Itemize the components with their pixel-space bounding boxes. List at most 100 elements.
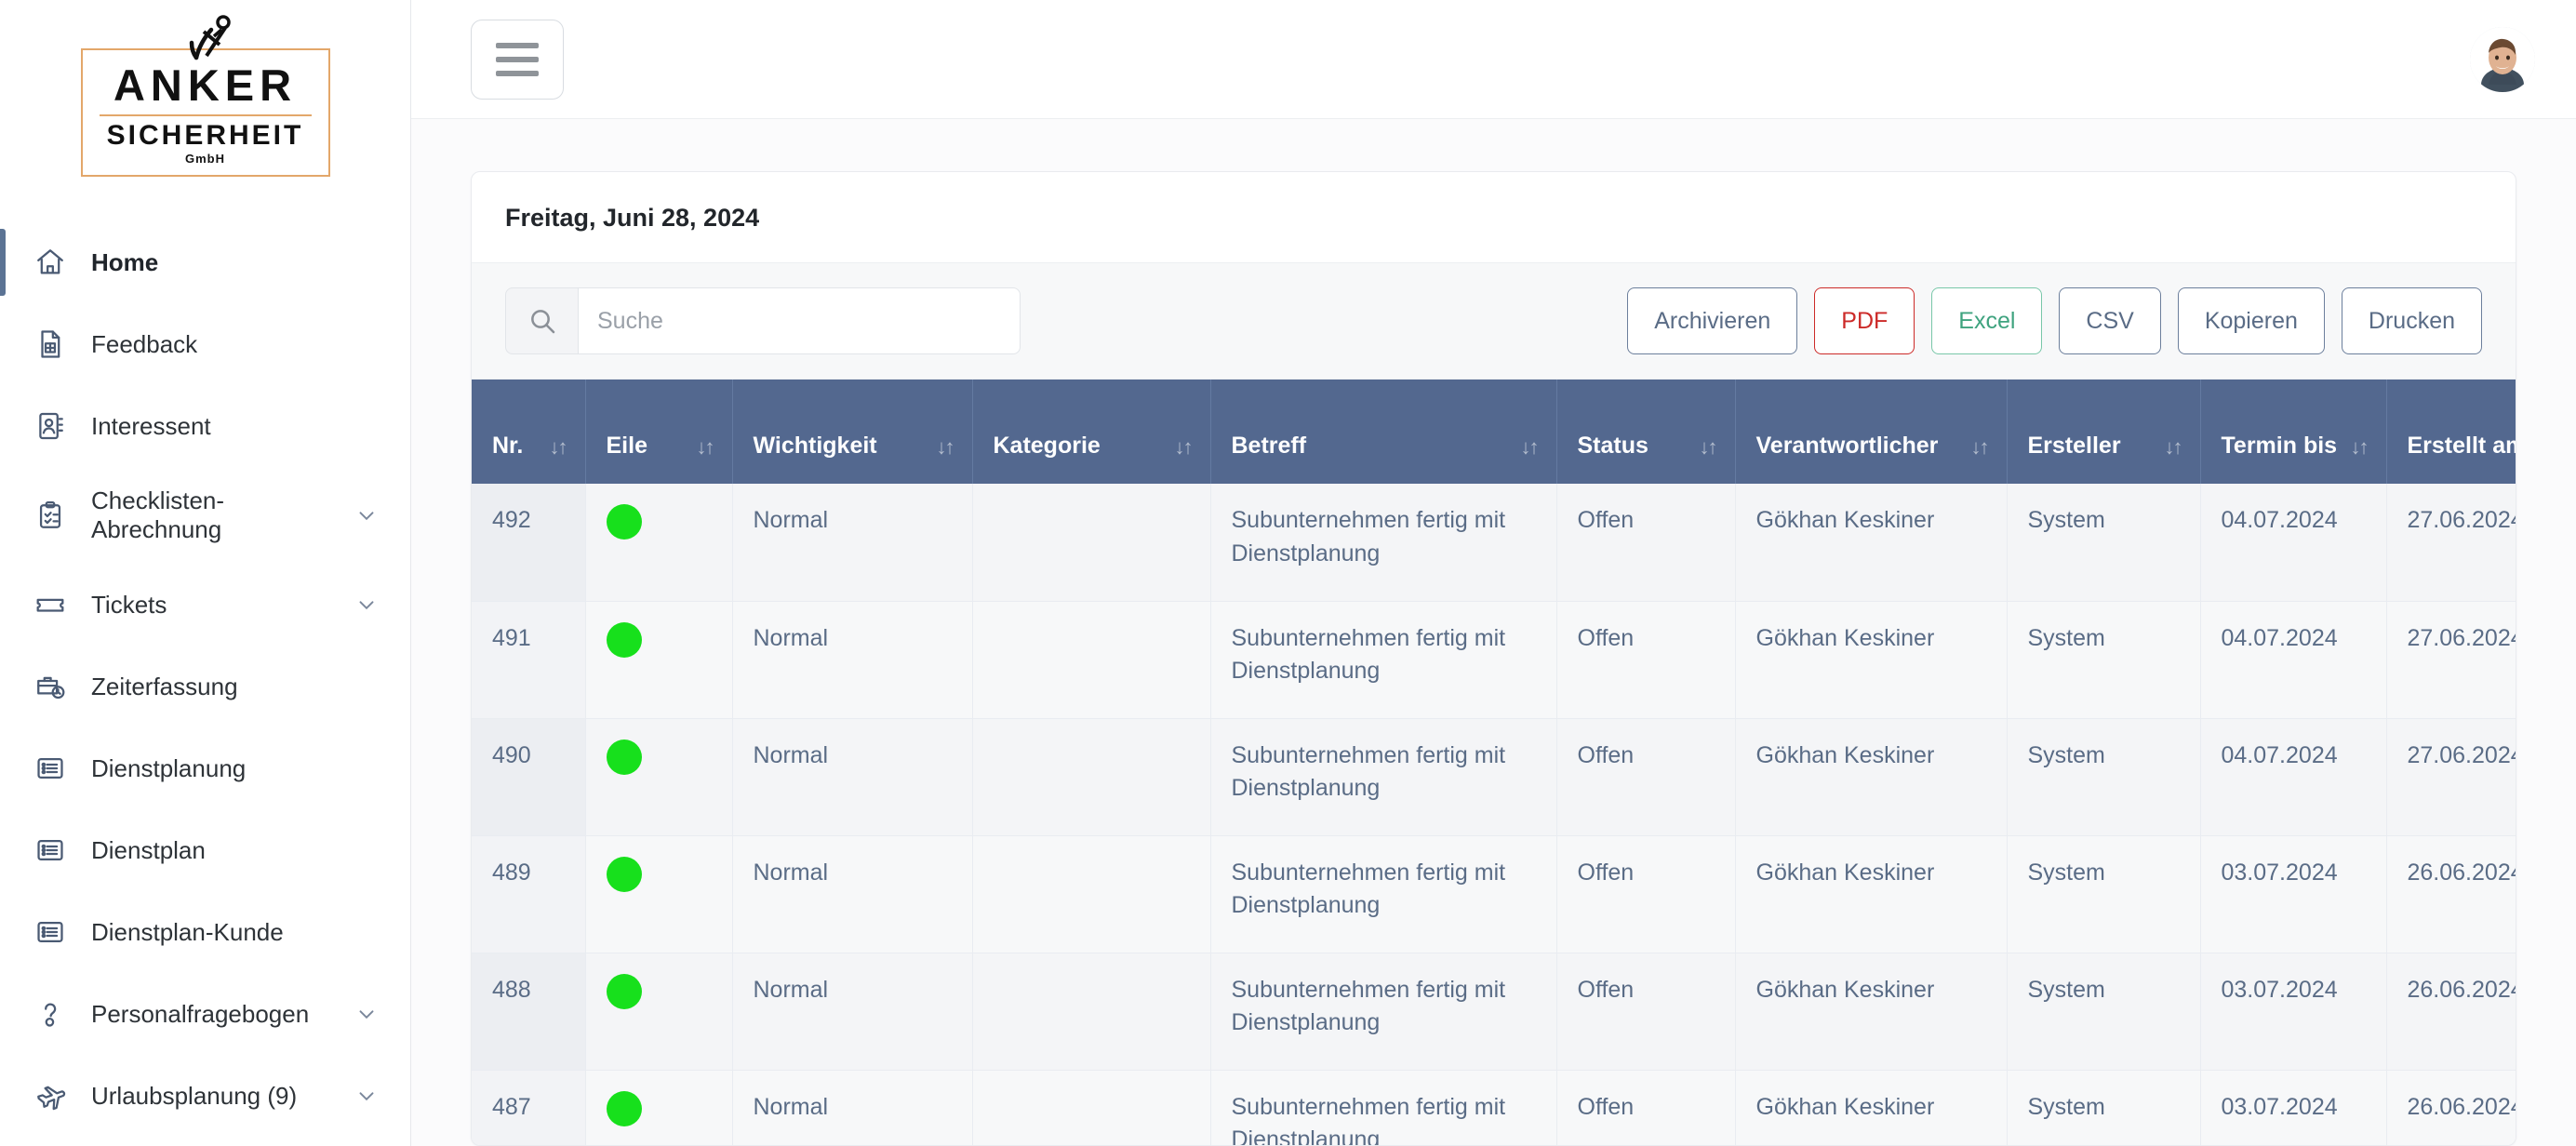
briefcase-clock-icon bbox=[30, 671, 71, 702]
cell-termin_bis: 04.07.2024 bbox=[2200, 601, 2387, 719]
cell-eile bbox=[585, 601, 733, 719]
table-header: Nr. ↓↑ Eile ↓↑ Wichtigkeit ↓↑ Kategorie ↓↑ Betre… bbox=[472, 380, 2516, 484]
sidebar-item-checklisten-abrechnung[interactable]: Checklisten- Abrechnung bbox=[0, 467, 410, 564]
sort-toggle-icon[interactable]: ↓↑ bbox=[2165, 435, 2183, 460]
column-header-label: Status bbox=[1577, 432, 1648, 459]
priority-dot-icon bbox=[606, 856, 642, 892]
column-header-betreff[interactable]: Betreff ↓↑ bbox=[1210, 380, 1557, 484]
chevron-down-icon[interactable] bbox=[354, 1002, 379, 1026]
cell-verantwortlicher: Gökhan Keskiner bbox=[1735, 601, 2008, 719]
drucken-button[interactable]: Drucken bbox=[2341, 287, 2482, 354]
column-header-label: Betreff bbox=[1231, 432, 1307, 459]
cell-status: Offen bbox=[1556, 718, 1736, 836]
sidebar-item-label: Personalfragebogen bbox=[91, 999, 310, 1028]
column-header-label: Ersteller bbox=[2027, 432, 2121, 459]
avatar-photo bbox=[2470, 26, 2535, 92]
sort-toggle-icon[interactable]: ↓↑ bbox=[550, 435, 568, 460]
column-header-ersteller[interactable]: Ersteller ↓↑ bbox=[2007, 380, 2201, 484]
sort-toggle-icon[interactable]: ↓↑ bbox=[697, 435, 715, 460]
table-row[interactable]: 489 Normal Subunternehmen fertig mit Diens… bbox=[472, 835, 2516, 953]
column-header-label: Nr. bbox=[492, 432, 524, 459]
cell-erstellt_am: 27.06.2024 bbox=[2386, 718, 2516, 836]
contact-book-icon bbox=[30, 410, 71, 442]
sort-toggle-icon[interactable]: ↓↑ bbox=[937, 435, 955, 460]
cell-betreff: Subunternehmen fertig mit Dienstplanung bbox=[1210, 953, 1557, 1071]
column-header-label: Verantwortlicher bbox=[1755, 432, 1939, 459]
table-row[interactable]: 492 Normal Subunternehmen fertig mit Diens… bbox=[472, 484, 2516, 602]
sort-toggle-icon[interactable]: ↓↑ bbox=[2351, 435, 2369, 460]
avatar[interactable] bbox=[2470, 26, 2535, 92]
table-toolbar: ArchivierenPDFExcelCSVKopierenDrucken bbox=[472, 263, 2516, 380]
hamburger-icon[interactable] bbox=[471, 19, 564, 100]
cell-betreff: Subunternehmen fertig mit Dienstplanung bbox=[1210, 484, 1557, 602]
column-header-verantwortlicher[interactable]: Verantwortlicher ↓↑ bbox=[1735, 380, 2008, 484]
sort-toggle-icon[interactable]: ↓↑ bbox=[1971, 435, 1990, 460]
table-row[interactable]: 491 Normal Subunternehmen fertig mit Diens… bbox=[472, 601, 2516, 719]
sidebar-item-label: Dienstplan bbox=[91, 835, 206, 864]
column-header-wichtigkeit[interactable]: Wichtigkeit ↓↑ bbox=[732, 380, 973, 484]
table-row[interactable]: 488 Normal Subunternehmen fertig mit Diens… bbox=[472, 953, 2516, 1071]
chevron-down-icon[interactable] bbox=[354, 593, 379, 617]
cell-ersteller: System bbox=[2007, 484, 2201, 602]
logo-divider bbox=[99, 114, 312, 116]
archivieren-button[interactable]: Archivieren bbox=[1627, 287, 1798, 354]
sidebar-item-interessent[interactable]: Interessent bbox=[0, 385, 410, 467]
table-scroll-region[interactable]: Nr. ↓↑ Eile ↓↑ Wichtigkeit ↓↑ Kategorie ↓↑ Betre… bbox=[472, 380, 2516, 1145]
cell-wichtigkeit: Normal bbox=[732, 601, 973, 719]
sidebar-item-dienstplan[interactable]: Dienstplan bbox=[0, 809, 410, 891]
cell-kategorie bbox=[972, 601, 1211, 719]
cell-termin_bis: 04.07.2024 bbox=[2200, 718, 2387, 836]
cell-kategorie bbox=[972, 484, 1211, 602]
chevron-down-icon[interactable] bbox=[354, 1084, 379, 1108]
priority-dot-icon bbox=[606, 621, 642, 658]
column-header-nr[interactable]: Nr. ↓↑ bbox=[472, 380, 586, 484]
brand-logo[interactable]: ANKER SICHERHEIT GmbH bbox=[0, 0, 410, 177]
sidebar-item-home[interactable]: Home bbox=[0, 221, 410, 303]
column-header-termin_bis[interactable]: Termin bis ↓↑ bbox=[2200, 380, 2387, 484]
cell-erstellt_am: 26.06.2024 bbox=[2386, 1070, 2516, 1145]
cell-nr: 489 bbox=[472, 835, 586, 953]
anchor-icon bbox=[189, 15, 231, 60]
cell-betreff: Subunternehmen fertig mit Dienstplanung bbox=[1210, 601, 1557, 719]
list-icon bbox=[30, 753, 71, 784]
sidebar-item-label: Dienstplanung bbox=[91, 753, 247, 782]
sort-toggle-icon[interactable]: ↓↑ bbox=[1175, 435, 1194, 460]
excel-button[interactable]: Excel bbox=[1931, 287, 2043, 354]
sort-toggle-icon[interactable]: ↓↑ bbox=[1521, 435, 1540, 460]
sort-toggle-icon[interactable]: ↓↑ bbox=[1700, 435, 1718, 460]
sidebar-item-tickets[interactable]: Tickets bbox=[0, 564, 410, 646]
table-row[interactable]: 490 Normal Subunternehmen fertig mit Diens… bbox=[472, 718, 2516, 836]
sidebar-item-dienstplan-kunde[interactable]: Dienstplan-Kunde bbox=[0, 891, 410, 973]
pdf-button[interactable]: PDF bbox=[1814, 287, 1915, 354]
table-row[interactable]: 487 Normal Subunternehmen fertig mit Diens… bbox=[472, 1070, 2516, 1145]
sidebar-nav: Home Feedback Interessent Checklisten- Abrec… bbox=[0, 221, 410, 1137]
sidebar-item-zeiterfassung[interactable]: Zeiterfassung bbox=[0, 646, 410, 727]
sidebar-item-label: Urlaubsplanung (9) bbox=[91, 1081, 298, 1110]
search-input[interactable] bbox=[578, 287, 1021, 354]
cell-kategorie bbox=[972, 835, 1211, 953]
cell-verantwortlicher: Gökhan Keskiner bbox=[1735, 953, 2008, 1071]
cell-wichtigkeit: Normal bbox=[732, 1070, 973, 1145]
sidebar-item-urlaubsplanung-9[interactable]: Urlaubsplanung (9) bbox=[0, 1055, 410, 1137]
cell-wichtigkeit: Normal bbox=[732, 484, 973, 602]
chevron-down-icon[interactable] bbox=[354, 503, 379, 527]
ticket-card: Freitag, Juni 28, 2024 ArchivierenPDFExc… bbox=[471, 171, 2516, 1146]
column-header-erstellt_am[interactable]: Erstellt am↓↑ bbox=[2386, 380, 2516, 484]
priority-dot-icon bbox=[606, 1090, 642, 1126]
list-icon bbox=[30, 916, 71, 948]
cell-kategorie bbox=[972, 1070, 1211, 1145]
cell-verantwortlicher: Gökhan Keskiner bbox=[1735, 484, 2008, 602]
csv-button[interactable]: CSV bbox=[2059, 287, 2161, 354]
kopieren-button[interactable]: Kopieren bbox=[2177, 287, 2325, 354]
sidebar-item-feedback[interactable]: Feedback bbox=[0, 303, 410, 385]
cell-erstellt_am: 26.06.2024 bbox=[2386, 835, 2516, 953]
logo-sicherheit-text: SICHERHEIT bbox=[106, 120, 304, 151]
column-header-status[interactable]: Status ↓↑ bbox=[1556, 380, 1736, 484]
home-icon bbox=[30, 247, 71, 278]
cell-termin_bis: 03.07.2024 bbox=[2200, 1070, 2387, 1145]
sidebar-item-personalfragebogen[interactable]: Personalfragebogen bbox=[0, 973, 410, 1055]
column-header-eile[interactable]: Eile ↓↑ bbox=[585, 380, 733, 484]
sidebar-item-dienstplanung[interactable]: Dienstplanung bbox=[0, 727, 410, 809]
cell-eile bbox=[585, 718, 733, 836]
column-header-kategorie[interactable]: Kategorie ↓↑ bbox=[972, 380, 1211, 484]
